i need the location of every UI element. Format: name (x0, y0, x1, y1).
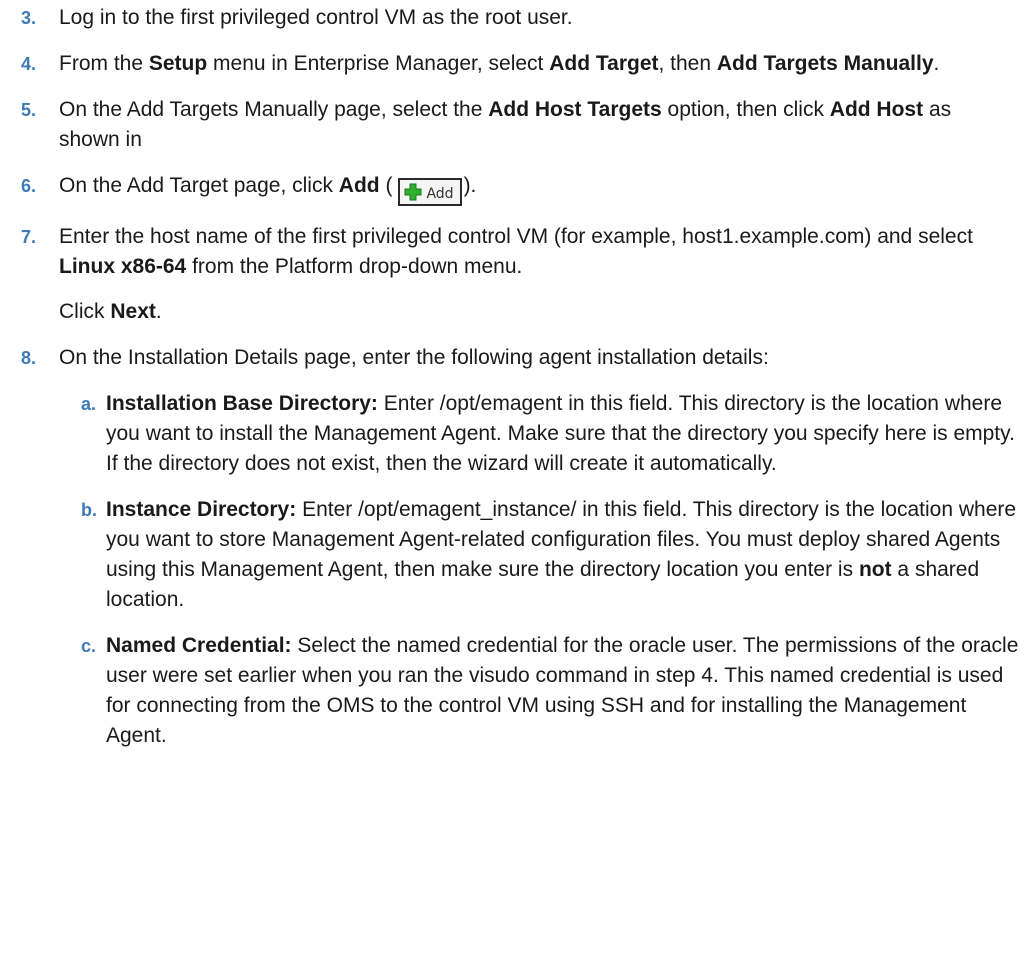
add-button-label: Add (426, 186, 454, 202)
step-number: 3. (21, 8, 37, 28)
button-name: Add (338, 174, 380, 197)
substep-letter: b. (81, 500, 97, 520)
step-text: From the Setup menu in Enterprise Manage… (59, 52, 940, 75)
step-number: 6. (21, 176, 37, 196)
substep-b: b. Instance Directory: Enter /opt/emagen… (0, 495, 1032, 615)
step-text: Enter the host name of the first privile… (59, 225, 973, 278)
platform-name: Linux x86-64 (59, 255, 187, 278)
step-text: On the Add Targets Manually page, select… (59, 98, 952, 151)
substep-text: Instance Directory: Enter /opt/emagent_i… (106, 498, 1017, 611)
step-number: 4. (21, 54, 37, 74)
substep-letter: a. (81, 394, 97, 414)
step-number: 7. (21, 227, 37, 247)
step-3: 3. Log in to the first privileged contro… (0, 3, 1032, 33)
button-name: Next (110, 300, 156, 323)
step-number: 5. (21, 100, 37, 120)
menu-name: Setup (148, 52, 208, 75)
step-text: On the Add Target page, click Add (Add). (59, 171, 994, 206)
menu-item-name: Add Target (549, 52, 659, 75)
green-plus-icon (404, 183, 422, 201)
field-name: Instance Directory: (106, 498, 297, 521)
field-name: Named Credential: (106, 634, 292, 657)
step-text: Log in to the first privileged control V… (59, 6, 573, 29)
field-name: Installation Base Directory: (106, 392, 378, 415)
substep-text: Installation Base Directory: Enter /opt/… (106, 392, 1015, 475)
substep-text: Named Credential: Select the named crede… (106, 634, 1019, 747)
step-text: On the Installation Details page, enter … (59, 346, 769, 369)
step-8: 8. On the Installation Details page, ent… (0, 343, 1032, 373)
step-number: 8. (21, 348, 37, 368)
substep-list: a. Installation Base Directory: Enter /o… (0, 389, 1032, 751)
add-button-image: Add (398, 178, 462, 206)
menu-item-name: Add Targets Manually (716, 52, 934, 75)
option-name: Add Host Targets (488, 98, 662, 121)
step-7: 7. Enter the host name of the first priv… (0, 222, 1032, 282)
step-5: 5. On the Add Targets Manually page, sel… (0, 95, 1032, 155)
step-list: 3. Log in to the first privileged contro… (0, 3, 1032, 751)
step-6: 6. On the Add Target page, click Add (Ad… (0, 171, 1032, 206)
substep-c: c. Named Credential: Select the named cr… (0, 631, 1032, 751)
step-7-followup: Click Next. (59, 300, 162, 323)
substep-letter: c. (81, 636, 97, 656)
document-page: 3. Log in to the first privileged contro… (0, 3, 1032, 968)
button-name: Add Host (829, 98, 924, 121)
emphasis: not (858, 558, 892, 581)
step-4: 4. From the Setup menu in Enterprise Man… (0, 49, 1032, 79)
substep-a: a. Installation Base Directory: Enter /o… (0, 389, 1032, 479)
